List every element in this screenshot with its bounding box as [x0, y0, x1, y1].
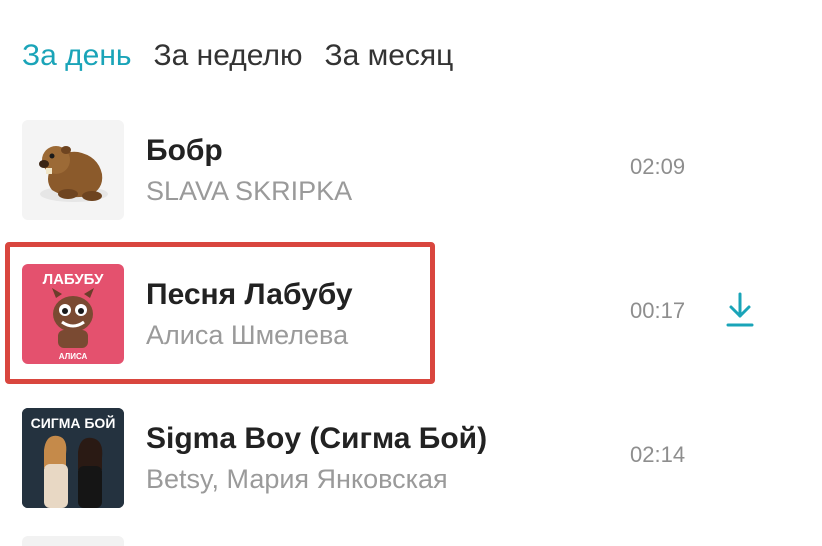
track-row-labubu[interactable]: ЛАБУБУ АЛИСА Песня Лабубу Алиса Шмелева …	[22, 264, 782, 364]
labubu-cover: ЛАБУБУ АЛИСА	[22, 264, 124, 364]
next-track-cover-edge	[22, 536, 124, 546]
track-artist: Алиса Шмелева	[146, 320, 349, 350]
track-artist: Betsy, Мария Янковская	[146, 464, 448, 494]
track-title: Бобр	[146, 134, 223, 167]
track-duration: 02:09	[630, 154, 686, 179]
period-tabs: За день За неделю За месяц	[22, 36, 453, 76]
tab-week[interactable]: За неделю	[154, 36, 303, 76]
sigma-boy-cover: СИГМА БОЙ	[22, 408, 124, 508]
track-row-sigma-boy[interactable]: СИГМА БОЙ Sigma Boy (Сигма Бой) Betsy, М…	[22, 408, 782, 508]
track-title: Песня Лабубу	[146, 278, 353, 311]
cover-text-bottom: АЛИСА	[59, 352, 88, 361]
track-title: Sigma Boy (Сигма Бой)	[146, 422, 488, 455]
tab-month[interactable]: За месяц	[324, 36, 453, 76]
beaver-icon	[22, 120, 124, 220]
tab-day[interactable]: За день	[22, 36, 132, 76]
cover-text-top: СИГМА БОЙ	[31, 414, 116, 431]
track-duration: 02:14	[630, 442, 686, 467]
track-row-bobr[interactable]: Бобр SLAVA SKRIPKA 02:09	[22, 120, 782, 220]
track-duration: 00:17	[630, 298, 686, 323]
cover-text-top: ЛАБУБУ	[43, 271, 105, 288]
chart-page: За день За неделю За месяц Бобр SLAVA SK…	[0, 0, 822, 546]
download-icon[interactable]	[722, 290, 758, 330]
track-artist: SLAVA SKRIPKA	[146, 176, 353, 206]
